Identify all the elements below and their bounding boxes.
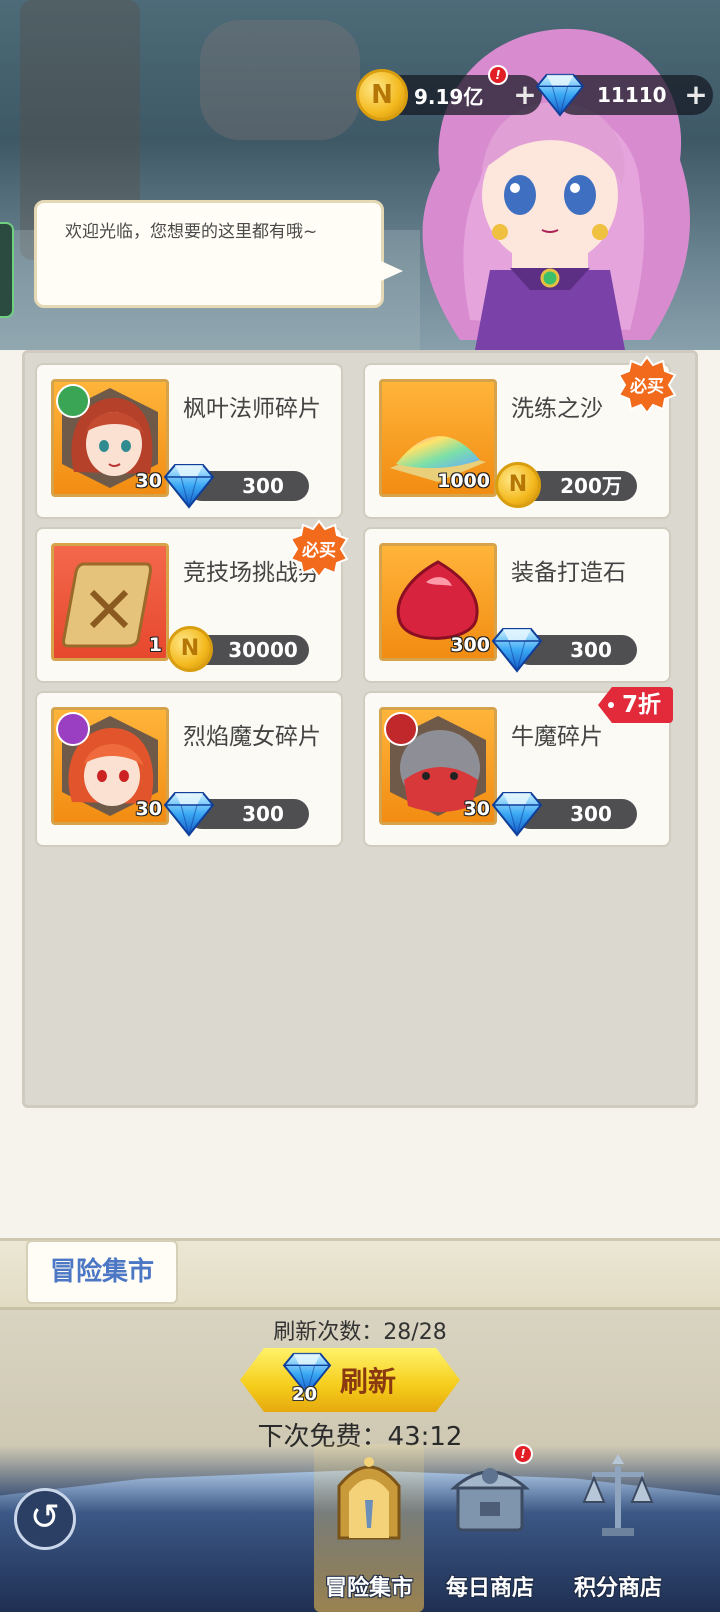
discount-tag: 7折 xyxy=(597,687,673,723)
shop-item-card[interactable]: 1 竞技场挑战券 N 30000 必买 xyxy=(35,519,349,683)
price-tag[interactable]: N 30000 xyxy=(167,626,309,672)
gem-resource-bar: 11110 + xyxy=(555,75,713,115)
daily-shop-icon xyxy=(450,1468,530,1532)
price-tag[interactable]: 300 xyxy=(515,799,637,829)
gem-icon xyxy=(491,625,543,673)
price-tag[interactable]: 300 xyxy=(187,471,309,501)
dark-element-icon xyxy=(56,712,90,746)
refresh-button[interactable]: 20 刷新 xyxy=(240,1348,460,1412)
item-name: 洗练之沙 xyxy=(511,396,603,422)
item-icon-frame: 1 xyxy=(51,543,169,661)
nav-label: 积分商店 xyxy=(573,1576,662,1601)
greeting-text: 欢迎光临，您想要的这里都有哦~ xyxy=(65,222,318,242)
price-tag[interactable]: 300 xyxy=(187,799,309,829)
nav-points-shop[interactable]: 积分商店 xyxy=(563,1444,673,1612)
price-value: 300 xyxy=(570,802,612,826)
item-name: 枫叶法师碎片 xyxy=(183,396,321,422)
points-shop-icon xyxy=(582,1454,654,1536)
gold-coin-icon: N xyxy=(167,626,213,672)
price-value: 30000 xyxy=(228,638,298,662)
shop-item-grid: 30 枫叶法师碎片 300 1000 洗练之沙 N 200万 必买 1 竞技场挑… xyxy=(22,350,698,1108)
item-name: 牛魔碎片 xyxy=(511,724,603,750)
back-arrow-icon: ↺ xyxy=(29,1497,61,1538)
refresh-cost: 20 xyxy=(292,1384,318,1405)
gold-resource-bar: N 9.19亿 + ! xyxy=(356,65,542,121)
nav-label: 冒险集市 xyxy=(324,1576,413,1601)
gold-coin-icon: N xyxy=(356,69,408,121)
item-icon-frame: 30 xyxy=(51,707,169,825)
shop-item-card[interactable]: 1000 洗练之沙 N 200万 必买 xyxy=(363,355,677,519)
refresh-label: 刷新 xyxy=(340,1365,397,1398)
shop-item-card[interactable]: 30 烈焰魔女碎片 300 xyxy=(35,691,343,847)
gem-icon xyxy=(535,71,585,117)
nav-daily-shop[interactable]: ! 每日商店 xyxy=(435,1444,545,1612)
must-buy-badge: 必买 xyxy=(617,355,677,415)
price-value: 200万 xyxy=(560,474,622,498)
shopkeeper-speech-bubble: 欢迎光临，您想要的这里都有哦~ xyxy=(34,200,403,308)
must-buy-label: 必买 xyxy=(301,540,336,561)
refresh-count: 刷新次数：28/28 xyxy=(273,1320,447,1345)
item-name: 烈焰魔女碎片 xyxy=(183,724,321,750)
item-quantity: 30 xyxy=(463,798,490,820)
nav-label: 每日商店 xyxy=(445,1576,534,1601)
must-buy-badge: 必买 xyxy=(289,519,349,579)
item-quantity: 300 xyxy=(450,634,490,656)
side-tab-handle[interactable] xyxy=(0,222,14,318)
item-quantity: 30 xyxy=(135,470,162,492)
shopkeeper-character xyxy=(422,28,690,350)
must-buy-label: 必买 xyxy=(629,376,664,397)
item-icon-frame: 300 xyxy=(379,543,497,661)
nature-element-icon xyxy=(56,384,90,418)
gold-coin-icon: N xyxy=(495,462,541,508)
fire-element-icon xyxy=(384,712,418,746)
gem-icon xyxy=(163,461,215,509)
price-value: 300 xyxy=(242,802,284,826)
back-button[interactable]: ↺ xyxy=(14,1488,76,1550)
item-name: 装备打造石 xyxy=(511,560,626,586)
shop-item-card[interactable]: 30 牛魔碎片 300 7折 xyxy=(363,687,673,847)
item-quantity: 1000 xyxy=(437,470,490,492)
price-tag[interactable]: N 200万 xyxy=(495,462,637,508)
price-value: 300 xyxy=(570,638,612,662)
daily-shop-notification-badge: ! xyxy=(513,1444,533,1464)
gem-icon xyxy=(163,789,215,837)
background-shape xyxy=(200,20,360,140)
price-value: 300 xyxy=(242,474,284,498)
add-gems-button[interactable]: + xyxy=(679,81,713,109)
price-tag[interactable]: 300 xyxy=(515,635,637,665)
gold-notification-badge: ! xyxy=(488,65,508,85)
item-quantity: 1 xyxy=(148,634,162,656)
shop-item-card[interactable]: 300 装备打造石 300 xyxy=(363,527,671,683)
item-icon-frame: 30 xyxy=(51,379,169,497)
shop-item-card[interactable]: 30 枫叶法师碎片 300 xyxy=(35,363,343,519)
item-icon-frame: 30 xyxy=(379,707,497,825)
nav-adventure-market[interactable]: 冒险集市 xyxy=(314,1444,424,1612)
market-title-tab: 冒险集市 xyxy=(26,1240,178,1304)
item-quantity: 30 xyxy=(135,798,162,820)
adventure-market-icon xyxy=(337,1457,401,1540)
gem-icon xyxy=(491,789,543,837)
item-icon-frame: 1000 xyxy=(379,379,497,497)
